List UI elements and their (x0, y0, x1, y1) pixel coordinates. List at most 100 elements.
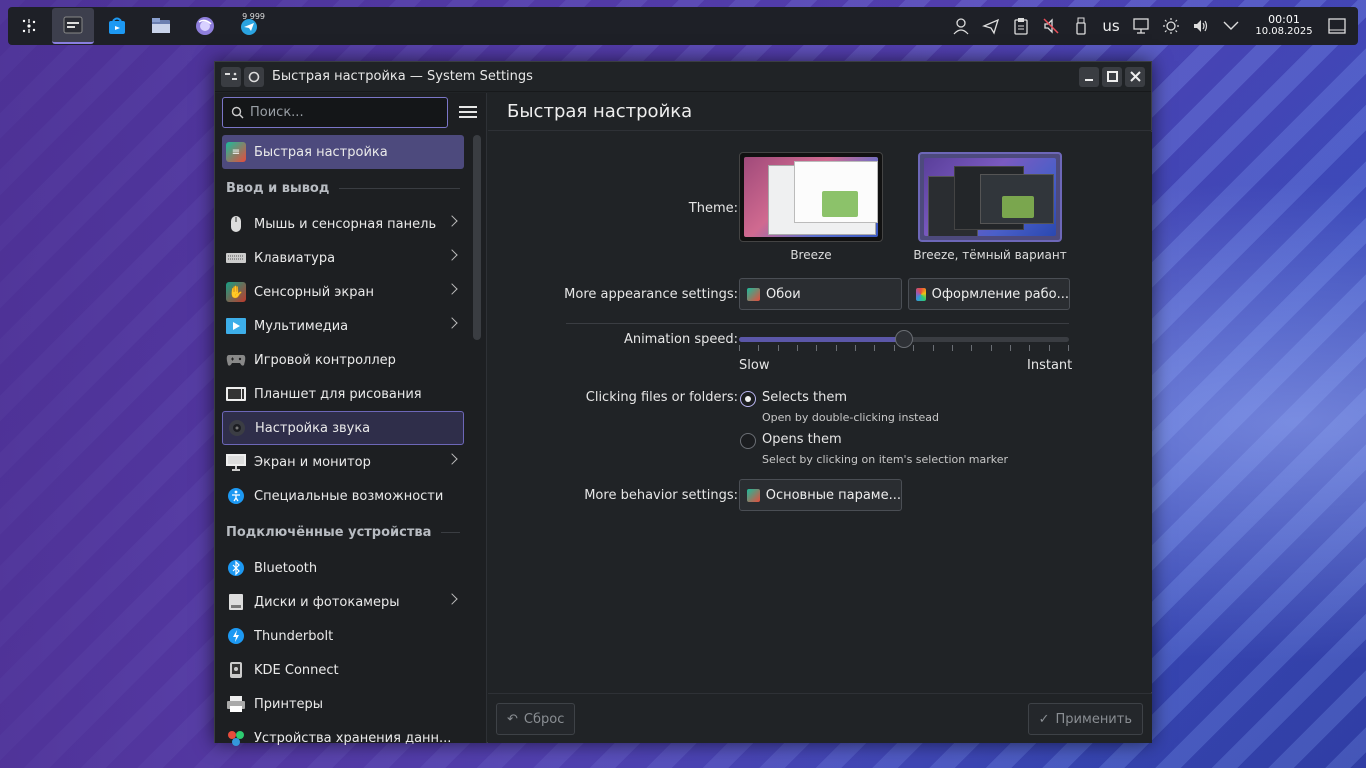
animation-slow-label: Slow (739, 358, 770, 373)
usb-device-icon[interactable] (1066, 8, 1096, 44)
multimedia-icon (226, 316, 246, 336)
slider-tick (1049, 345, 1050, 351)
clipboard-icon[interactable] (1006, 8, 1036, 44)
chevron-right-icon (446, 453, 458, 465)
breeze-theme-preview (744, 157, 878, 237)
keyboard-icon (226, 248, 246, 268)
theme-breeze-dark-card[interactable] (918, 152, 1062, 242)
sidebar-item-disks-cameras[interactable]: Диски и фотокамеры (222, 585, 464, 619)
sidebar-item-drawing-tablet[interactable]: Планшет для рисования (222, 377, 464, 411)
close-icon[interactable] (1125, 66, 1145, 87)
wallpaper-icon (747, 287, 760, 301)
slider-tick (1068, 345, 1069, 351)
system-settings-app-icon[interactable] (52, 8, 94, 44)
sidebar-item-kde-connect[interactable]: KDE Connect (222, 653, 464, 687)
window-title: Быстрая настройка — System Settings (272, 69, 533, 84)
theme-breeze-dark-name: Breeze, тёмный вариант (913, 248, 1067, 262)
minimize-icon[interactable] (1079, 66, 1099, 87)
sidebar-item-multimedia[interactable]: Мультимедиа (222, 309, 464, 343)
sidebar-item-thunderbolt[interactable]: Thunderbolt (222, 619, 464, 653)
opens-them-hint: Select by clicking on item's selection m… (762, 453, 1008, 466)
general-behavior-icon (747, 488, 760, 502)
slider-tick (778, 345, 779, 351)
wallpaper-button[interactable]: Обои (739, 278, 902, 310)
color-palette-icon (916, 287, 926, 301)
digital-clock[interactable]: 00:01 10.08.2025 (1252, 14, 1316, 38)
sidebar-item-sound[interactable]: Настройка звука (222, 411, 464, 445)
discover-store-app-icon[interactable] (96, 8, 138, 44)
brightness-icon[interactable] (1156, 8, 1186, 44)
sidebar-item-removable-storage[interactable]: Устройства хранения данн... (222, 721, 464, 755)
search-box[interactable] (222, 96, 448, 128)
slider-tick (913, 345, 914, 351)
sidebar-scrollbar[interactable] (473, 135, 481, 340)
slider-tick (971, 345, 972, 351)
general-behavior-button[interactable]: Основные параме... (739, 479, 902, 511)
sidebar-item-printers[interactable]: Принтеры (222, 687, 464, 721)
sidebar-item-bluetooth[interactable]: Bluetooth (222, 551, 464, 585)
show-desktop-icon[interactable] (1322, 8, 1352, 44)
animation-speed-label: Animation speed: (623, 332, 738, 347)
mouse-icon (226, 214, 246, 234)
taskbar: 9 999 us 00:01 10.08.2025 (8, 7, 1358, 45)
theme-breeze-card[interactable] (739, 152, 883, 242)
opens-them-label[interactable]: Opens them (762, 432, 842, 447)
maximize-icon[interactable] (1102, 66, 1122, 87)
hamburger-menu-icon[interactable] (459, 103, 477, 121)
kde-launcher-icon[interactable] (8, 8, 50, 44)
thunderbolt-icon (226, 626, 246, 646)
bluetooth-icon (226, 558, 246, 578)
sidebar-item-accessibility[interactable]: Специальные возможности (222, 479, 464, 513)
checkmark-icon: ✓ (1038, 711, 1050, 727)
dolphin-files-app-icon[interactable] (140, 8, 182, 44)
section-header-connected-devices: Подключённые устройства (222, 513, 464, 551)
quick-settings-content: Theme: Breeze Breeze, тёмный вариант Mor… (488, 132, 1152, 692)
section-header-input-output: Ввод и вывод (222, 169, 464, 207)
slider-tick (933, 345, 934, 351)
keep-above-icon[interactable] (244, 66, 264, 87)
touchscreen-icon: ✋ (226, 282, 246, 302)
slider-tick (991, 345, 992, 351)
slider-tick (874, 345, 875, 351)
window-titlebar[interactable]: Быстрая настройка — System Settings (215, 62, 1151, 92)
slider-ticks (739, 345, 1069, 353)
user-account-icon[interactable] (946, 8, 976, 44)
chevron-right-icon (446, 215, 458, 227)
speaker-icon (227, 418, 247, 438)
slider-tick (739, 345, 740, 351)
chevron-down-icon[interactable] (1216, 8, 1246, 44)
opens-them-radio[interactable] (740, 433, 756, 449)
disk-icon (226, 592, 246, 612)
slider-tick (952, 345, 953, 351)
window-menu-icon[interactable] (221, 66, 241, 87)
volume-icon[interactable] (1186, 8, 1216, 44)
keyboard-layout-indicator[interactable]: us (1096, 8, 1126, 44)
clock-time: 00:01 (1268, 13, 1300, 26)
clock-date: 10.08.2025 (1255, 26, 1313, 37)
slider-tick (1010, 345, 1011, 351)
network-wired-icon[interactable] (1126, 8, 1156, 44)
quick-settings-icon: ≡ (226, 142, 246, 162)
selects-them-label[interactable]: Selects them (762, 390, 847, 405)
telegram-tray-icon[interactable] (976, 8, 1006, 44)
slider-tick (758, 345, 759, 351)
sidebar: ≡ Быстрая настройка Ввод и вывод Мышь и … (215, 93, 487, 746)
animation-speed-slider[interactable] (739, 330, 1069, 348)
search-input[interactable] (250, 104, 440, 120)
sidebar-item-quick-settings[interactable]: ≡ Быстрая настройка (222, 135, 464, 169)
telegram-app-icon[interactable]: 9 999 (228, 8, 270, 44)
reset-button[interactable]: ↶ Сброс (496, 703, 576, 735)
microphone-muted-icon[interactable] (1036, 8, 1066, 44)
animation-speed-fill (739, 337, 904, 342)
workspace-appearance-button[interactable]: Оформление рабо... (908, 278, 1070, 310)
apply-button[interactable]: ✓ Применить (1027, 703, 1143, 735)
sidebar-item-mouse-touchpad[interactable]: Мышь и сенсорная панель (222, 207, 464, 241)
sidebar-item-display[interactable]: Экран и монитор (222, 445, 464, 479)
slider-tick (816, 345, 817, 351)
sidebar-item-game-controller[interactable]: Игровой контроллер (222, 343, 464, 377)
selects-them-radio[interactable] (740, 391, 756, 407)
sidebar-item-keyboard[interactable]: Клавиатура (222, 241, 464, 275)
chevron-right-icon (446, 249, 458, 261)
firefox-browser-app-icon[interactable] (184, 8, 226, 44)
sidebar-item-touchscreen[interactable]: ✋ Сенсорный экран (222, 275, 464, 309)
